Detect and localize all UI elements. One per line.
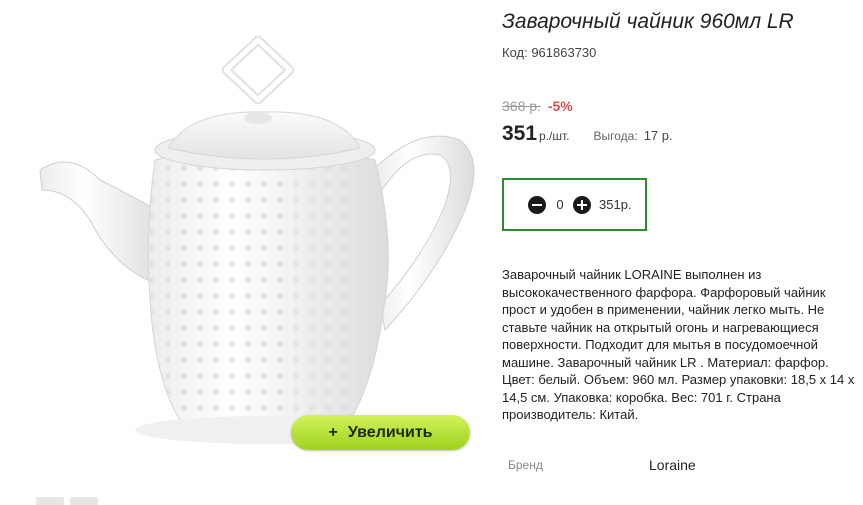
old-price: 368 р. xyxy=(502,98,541,114)
saving-label: Выгода: xyxy=(593,129,638,143)
thumbnail[interactable] xyxy=(70,497,98,505)
price-unit: р./шт. xyxy=(539,129,570,143)
brand-value: Loraine xyxy=(649,457,696,473)
quantity-value: 0 xyxy=(556,197,564,212)
price-row: 351 р./шт. Выгода: 17 р. xyxy=(502,122,673,146)
thumbnail[interactable] xyxy=(36,497,64,505)
quantity-selector: 0 351р. xyxy=(502,178,647,231)
zoom-button[interactable]: + Увеличить xyxy=(291,415,470,450)
product-image-area[interactable]: + Увеличить xyxy=(0,0,490,505)
zoom-label: Увеличить xyxy=(347,423,433,441)
discount-badge: -5% xyxy=(547,98,573,114)
thumbnail-strip xyxy=(36,497,98,505)
total-sum: 351р. xyxy=(599,197,632,212)
plus-circle-icon[interactable] xyxy=(573,195,591,214)
minus-circle-icon[interactable] xyxy=(528,195,546,214)
plus-icon: + xyxy=(328,423,338,441)
saving-value: 17 р. xyxy=(643,128,673,143)
product-title: Заварочный чайник 960мл LR xyxy=(502,10,794,33)
product-description: Заварочный чайник LORAINE выполнен из вы… xyxy=(502,267,855,422)
old-price-row: 368 р. -5% xyxy=(502,98,573,114)
brand-label: Бренд xyxy=(508,458,543,472)
product-code: Код: 961863730 xyxy=(502,45,597,60)
current-price: 351 xyxy=(502,122,538,145)
